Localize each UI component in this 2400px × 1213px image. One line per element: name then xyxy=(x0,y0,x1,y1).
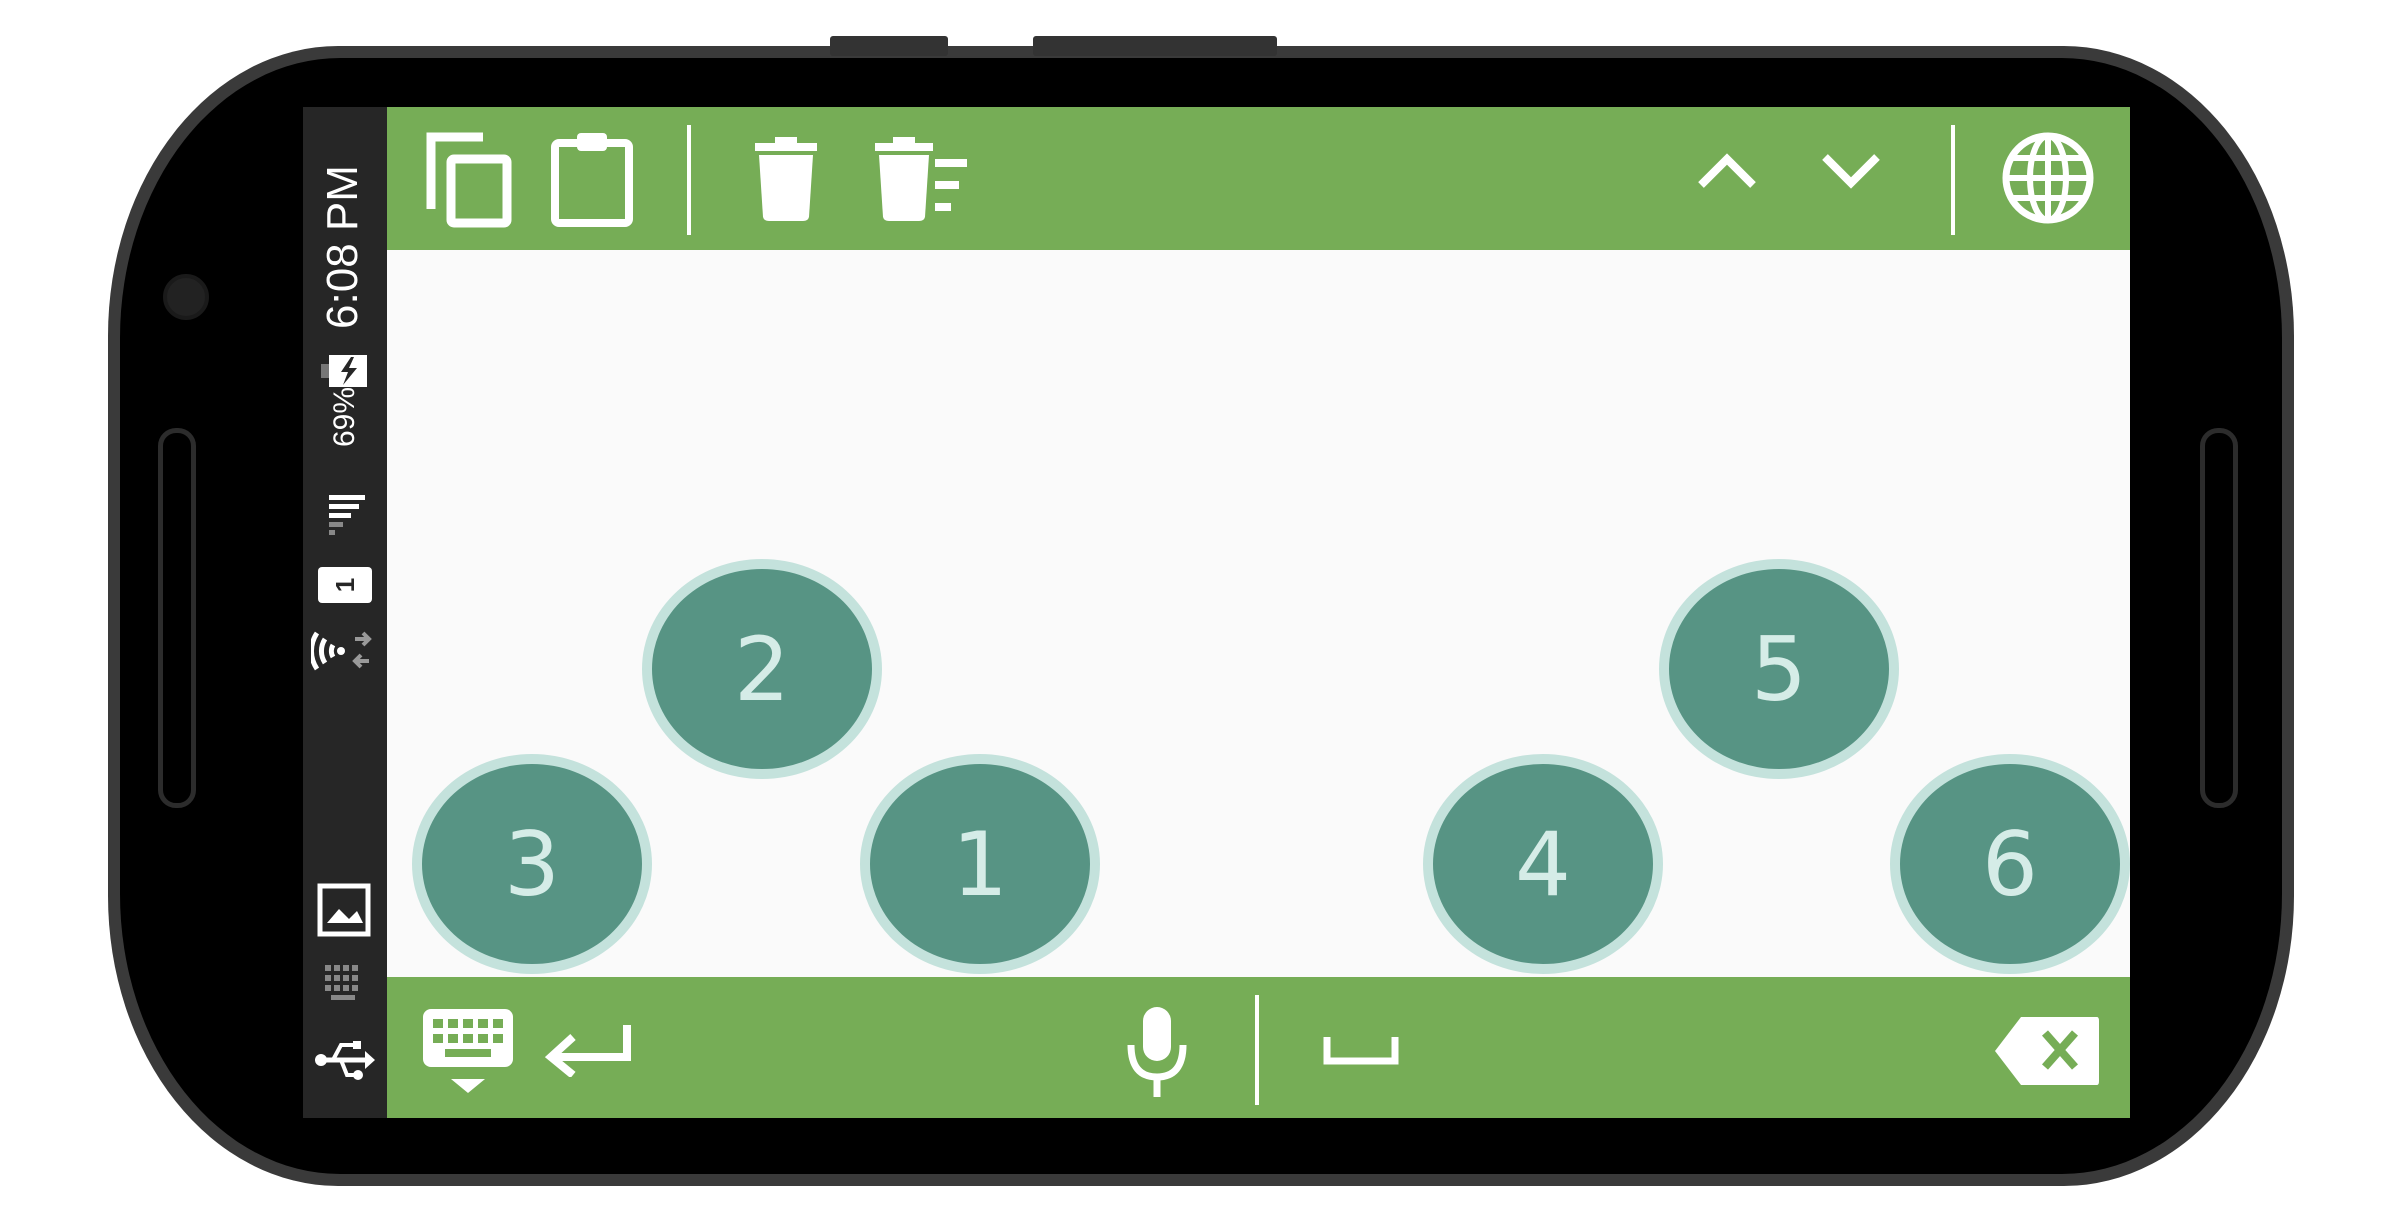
backspace-icon[interactable] xyxy=(1993,1015,2101,1087)
globe-icon[interactable] xyxy=(2001,131,2095,225)
dot-key-3[interactable]: 3 xyxy=(412,754,652,974)
copy-icon[interactable] xyxy=(423,129,515,229)
keyboard-screen: 1 2 3 4 5 6 xyxy=(387,107,2130,1118)
paste-icon[interactable] xyxy=(549,129,635,229)
keyboard-hide-icon[interactable] xyxy=(421,1007,515,1097)
microphone-icon[interactable] xyxy=(1125,1005,1189,1099)
top-toolbar xyxy=(387,107,2130,250)
dot-key-2[interactable]: 2 xyxy=(642,559,882,779)
bottom-toolbar xyxy=(387,977,2130,1118)
dot-key-5[interactable]: 5 xyxy=(1659,559,1899,779)
sim-card-icon: 1 xyxy=(318,567,372,603)
status-battery-percent: 69% xyxy=(328,386,361,448)
dot-key-label: 5 xyxy=(1751,617,1807,721)
dot-key-1[interactable]: 1 xyxy=(860,754,1100,974)
dot-key-label: 2 xyxy=(734,617,790,721)
usb-icon xyxy=(315,1037,375,1083)
dot-key-label: 6 xyxy=(1982,812,2038,916)
enter-icon[interactable] xyxy=(543,1021,633,1077)
delete-icon[interactable] xyxy=(753,137,819,221)
dot-key-6[interactable]: 6 xyxy=(1890,754,2130,974)
speaker-slot-left xyxy=(158,428,196,808)
dot-key-label: 3 xyxy=(504,812,560,916)
wifi-icon xyxy=(309,625,377,677)
dot-key-label: 4 xyxy=(1515,812,1571,916)
front-camera xyxy=(163,274,209,320)
signal-icon xyxy=(329,495,365,535)
bottom-divider xyxy=(1255,995,1259,1105)
sim-slot-number: 1 xyxy=(330,577,360,593)
space-icon[interactable] xyxy=(1323,1035,1399,1065)
toolbar-divider xyxy=(687,125,691,235)
power-button xyxy=(1033,36,1277,56)
dot-key-4[interactable]: 4 xyxy=(1423,754,1663,974)
status-time: 6:08 PM xyxy=(318,165,367,329)
status-bar: 6:08 PM 69% 1 xyxy=(303,107,387,1118)
chevron-down-icon[interactable] xyxy=(1821,151,1881,191)
speaker-slot-right xyxy=(2200,428,2238,808)
toolbar-divider xyxy=(1951,125,1955,235)
delete-all-icon[interactable] xyxy=(873,137,969,221)
keyboard-notification-icon xyxy=(323,961,367,1005)
dot-key-label: 1 xyxy=(952,812,1008,916)
chevron-up-icon[interactable] xyxy=(1697,151,1757,191)
volume-button xyxy=(830,36,948,56)
gallery-notification-icon xyxy=(317,883,371,937)
